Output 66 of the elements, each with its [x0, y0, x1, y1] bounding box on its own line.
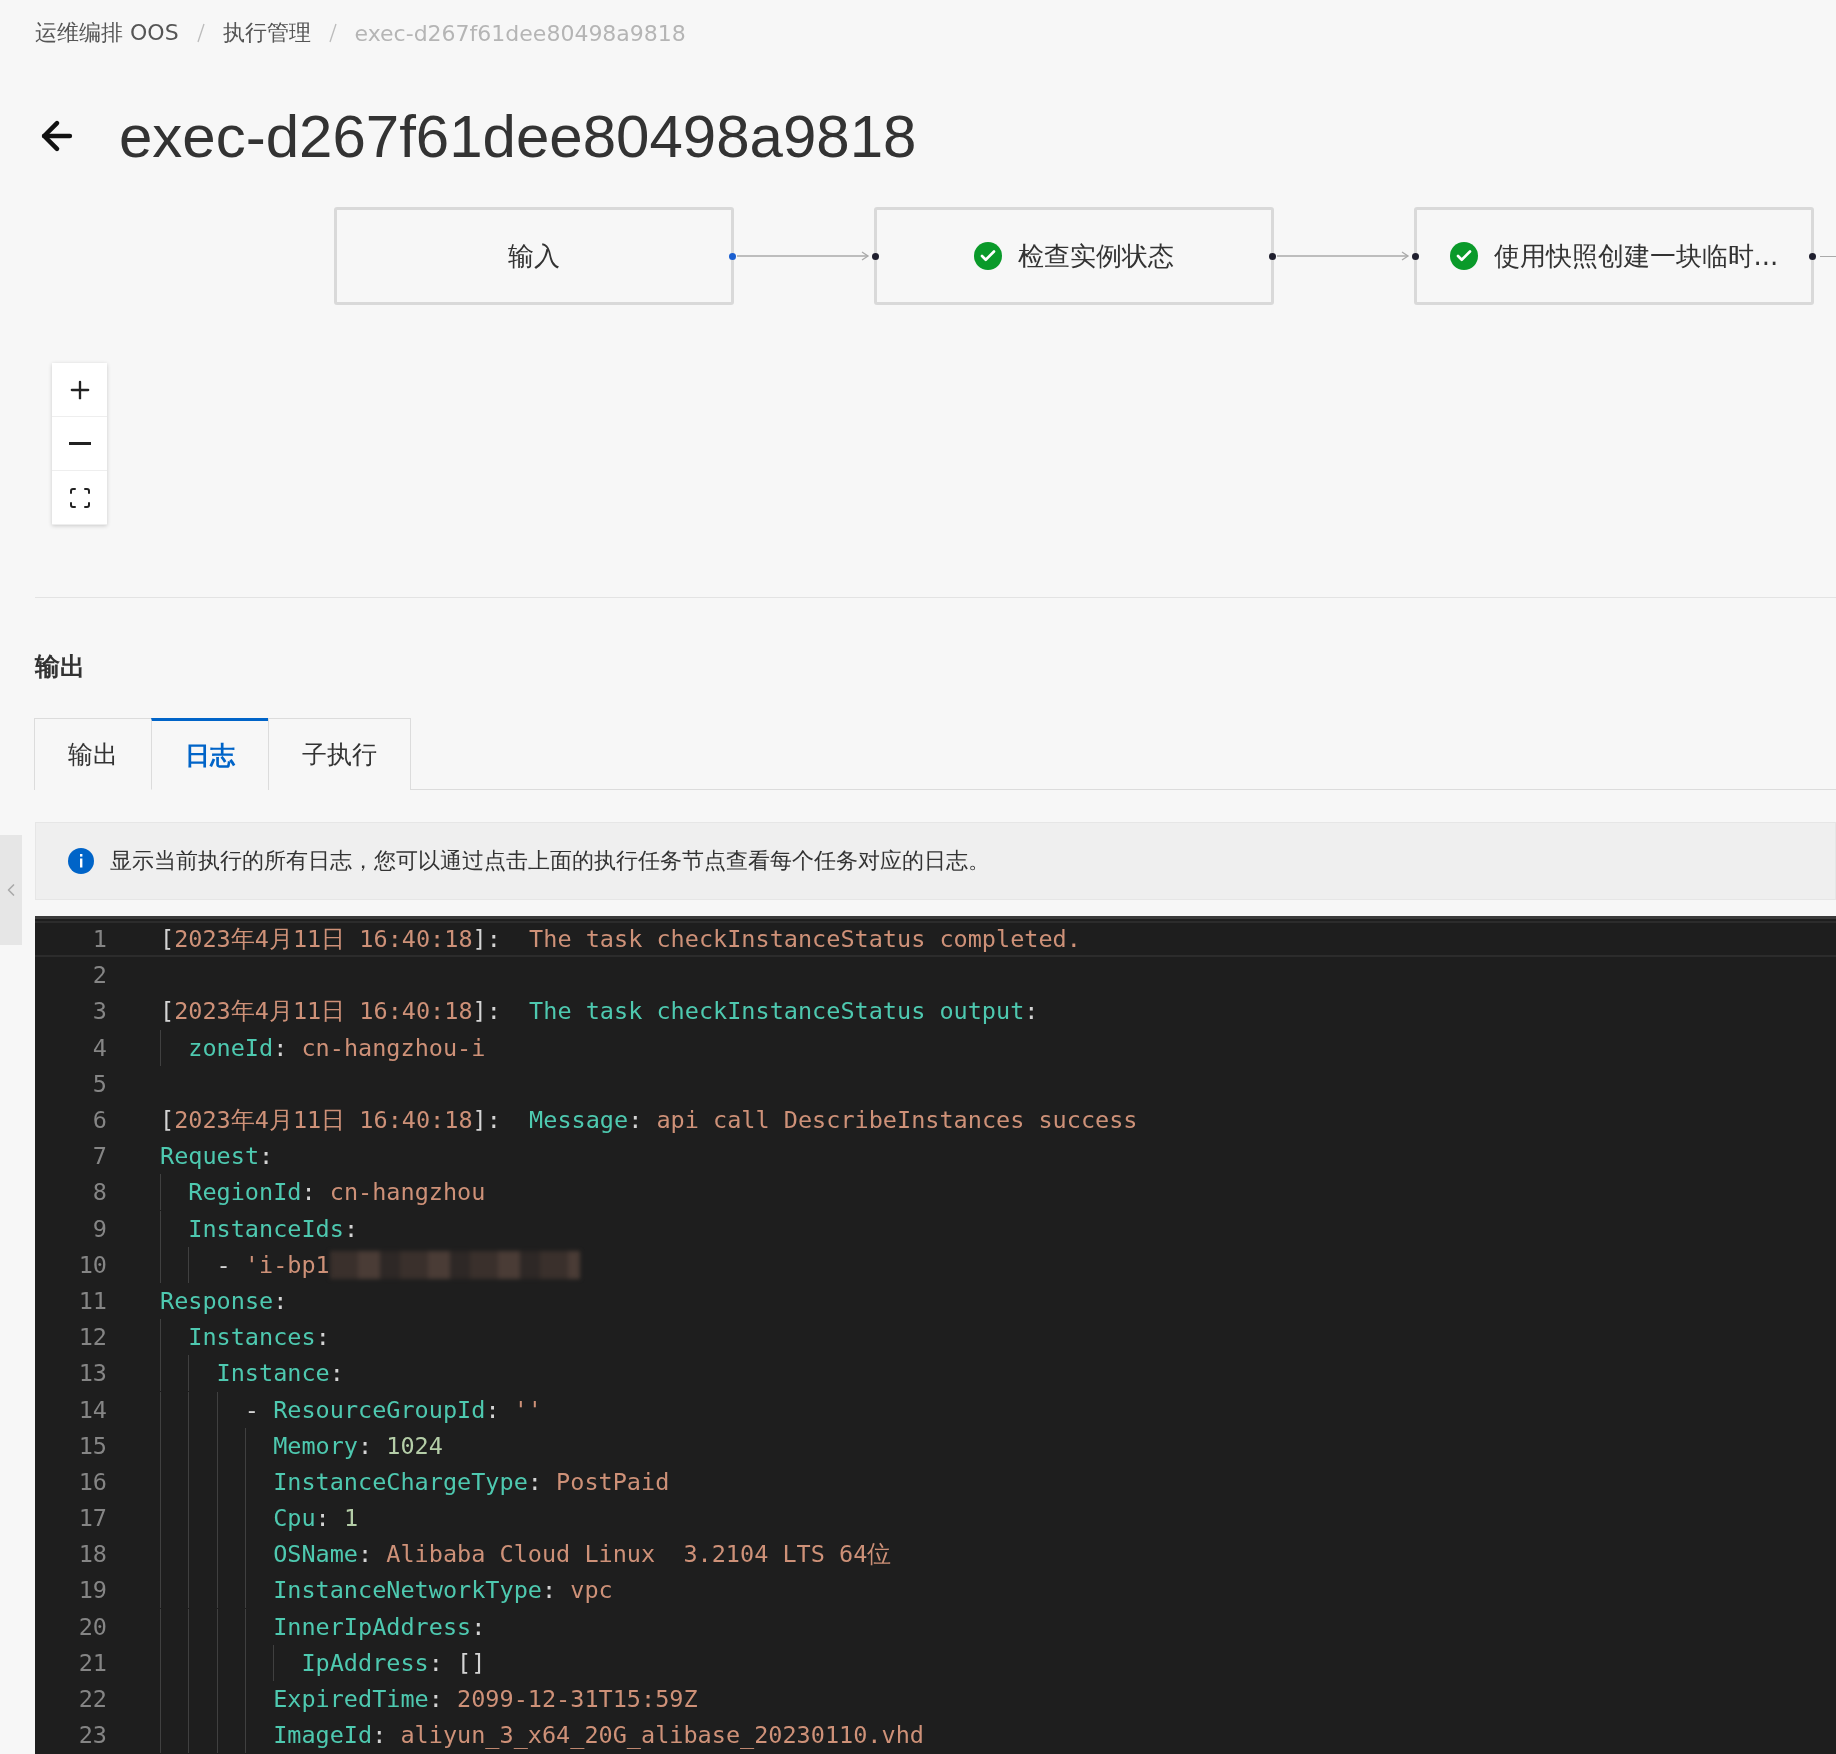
line-number: 11	[77, 1286, 107, 1315]
line-number: 2	[91, 961, 107, 990]
tab[interactable]: 子执行	[268, 718, 411, 790]
code-line: InstanceIds:	[188, 1213, 359, 1245]
code-line: OSName: Alibaba Cloud Linux 3.2104 LTS 64位	[273, 1539, 892, 1571]
code-line: ExpiredTime: 2099-12-31T15:59Z	[273, 1684, 698, 1716]
flow-node[interactable]: 检查实例状态	[874, 207, 1274, 305]
code-line: - 'i-bp1	[216, 1249, 330, 1281]
code-line: Memory: 1024	[273, 1430, 443, 1462]
corners-icon	[67, 485, 92, 510]
line-number: 22	[77, 1685, 107, 1714]
code-line: Request:	[160, 1141, 274, 1173]
zoom-out-button[interactable]	[52, 417, 107, 471]
line-number: 16	[77, 1467, 107, 1496]
zoom-in-button[interactable]	[52, 363, 107, 417]
code-line: InstanceChargeType: PostPaid	[273, 1466, 670, 1498]
code-line: [2023年4月11日 16:40:18]: The task checkInstanceStatus output:	[160, 996, 1039, 1028]
breadcrumb-link[interactable]: 执行管理	[222, 18, 311, 48]
line-number: 4	[91, 1033, 107, 1062]
code-line: - ResourceGroupId: ''	[244, 1394, 542, 1426]
code-line: Instances:	[188, 1322, 330, 1354]
line-number: 23	[77, 1721, 107, 1750]
line-number: 14	[77, 1395, 107, 1424]
slash-separator-icon	[328, 23, 337, 43]
flow-node[interactable]: 输入	[334, 207, 734, 305]
breadcrumb-current: exec-d267f61dee80498a9818	[354, 20, 686, 46]
input-port	[1412, 252, 1419, 260]
line-number: 7	[91, 1142, 107, 1171]
line-number: 18	[77, 1540, 107, 1569]
code-line: IpAddress: []	[301, 1647, 486, 1679]
line-number: 19	[77, 1576, 107, 1605]
line-number: 17	[77, 1504, 107, 1533]
line-number: 13	[77, 1359, 107, 1388]
code-line: Cpu: 1	[273, 1503, 359, 1535]
line-number: 8	[91, 1178, 107, 1207]
page-title: exec-d267f61dee80498a9818	[119, 101, 917, 171]
fit-view-button[interactable]	[52, 471, 107, 525]
code-line: Instance:	[216, 1358, 344, 1390]
breadcrumb-link[interactable]: 运维编排 OOS	[35, 18, 179, 48]
code-line: [2023年4月11日 16:40:18]: The task checkInstanceStatus completed.	[160, 924, 1081, 956]
flow-node[interactable]: 使用快照创建一块临时...	[1414, 207, 1814, 305]
line-number: 1	[91, 925, 107, 954]
line-number: 15	[77, 1431, 107, 1460]
code-line: InnerIpAddress:	[273, 1611, 486, 1643]
tab[interactable]: 日志	[151, 718, 269, 790]
input-port	[872, 252, 879, 260]
code-line: ImageId: aliyun_3_x64_20G_alibase_20230110.vhd	[273, 1720, 924, 1752]
code-line: Response:	[160, 1285, 288, 1317]
line-number: 12	[77, 1323, 107, 1352]
info-icon	[68, 848, 94, 874]
code-line: [2023年4月11日 16:40:18]: Message: api call DescribeInstances success	[160, 1105, 1138, 1137]
section-heading: 输出	[35, 651, 86, 683]
minus-icon	[68, 442, 91, 445]
line-number: 10	[77, 1250, 107, 1279]
slash-separator-icon	[196, 23, 205, 43]
line-number: 9	[91, 1214, 107, 1243]
line-number: 21	[77, 1648, 107, 1677]
line-number: 20	[77, 1612, 107, 1641]
line-number: 5	[91, 1069, 107, 1098]
notice-text: 显示当前执行的所有日志，您可以通过点击上面的执行任务节点查看每个任务对应的日志。	[110, 847, 990, 875]
code-line: zoneId: cn-hangzhou-i	[188, 1032, 486, 1064]
line-number: 3	[91, 997, 107, 1026]
line-number: 6	[91, 1106, 107, 1135]
code-line: RegionId: cn-hangzhou	[188, 1177, 486, 1209]
tab[interactable]: 输出	[34, 718, 152, 790]
code-line: InstanceNetworkType: vpc	[273, 1575, 613, 1607]
